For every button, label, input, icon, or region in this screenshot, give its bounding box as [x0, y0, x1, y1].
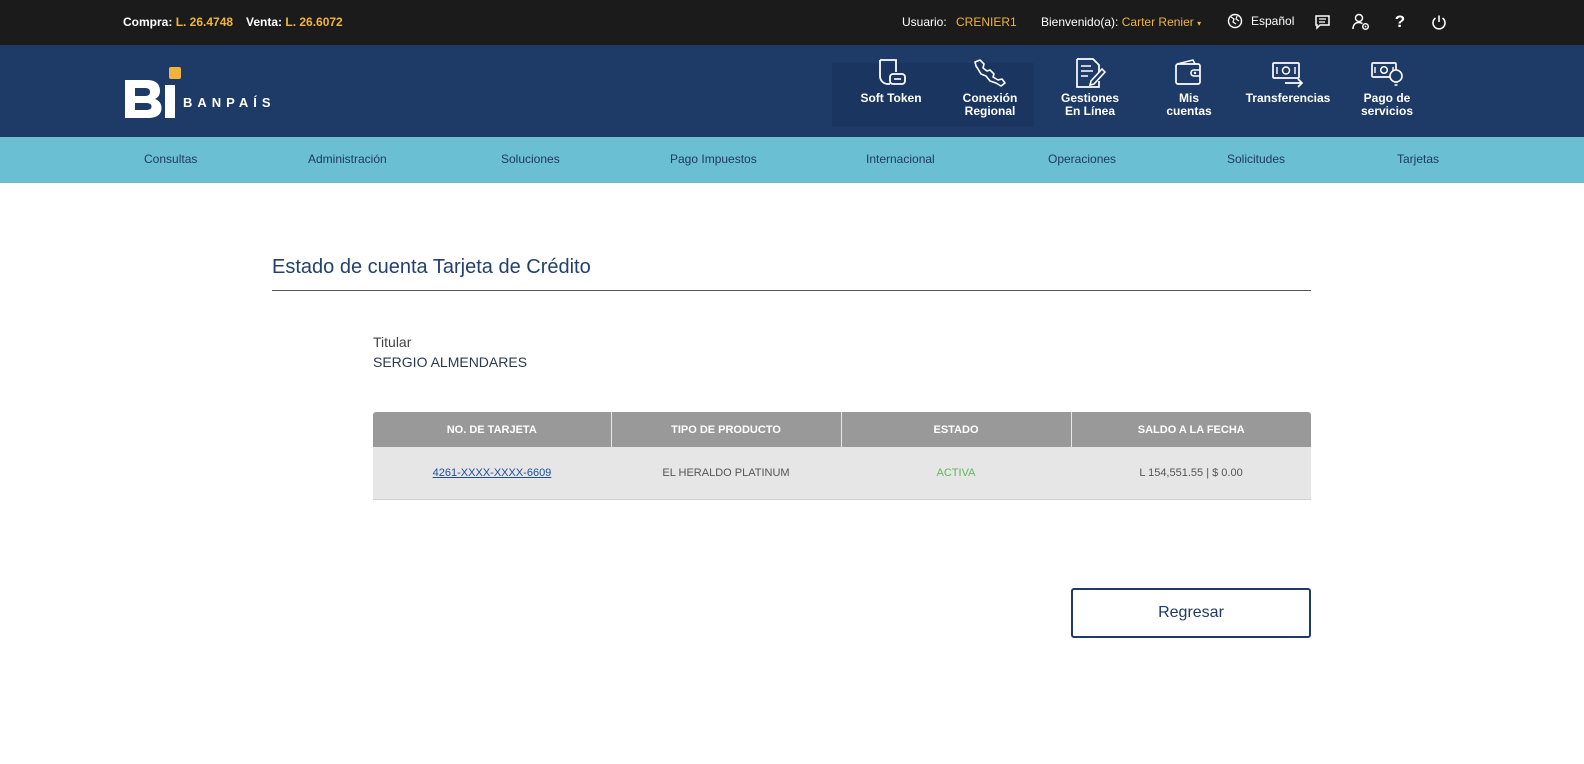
messages-icon[interactable]	[1312, 12, 1332, 32]
card-statement-table: NO. DE TARJETA TIPO DE PRODUCTO ESTADO S…	[373, 412, 1311, 500]
language-selector[interactable]: Español	[1227, 13, 1294, 29]
bienvenido-label: Bienvenido(a):	[1041, 15, 1119, 29]
venta-label: Venta:	[246, 15, 283, 29]
quick-access-mis-cuentas[interactable]: Mis cuentas	[1141, 57, 1237, 129]
quick-access-soft-token[interactable]: Soft Token	[843, 57, 939, 129]
transfer-icon	[1270, 57, 1306, 89]
nav-item-administracion[interactable]: Administración	[308, 152, 387, 166]
globe-icon	[1227, 13, 1243, 29]
holder-label: Titular	[373, 334, 412, 350]
quick-access-conexion-regional[interactable]: Conexión Regional	[942, 57, 1038, 129]
quick-access-transferencias[interactable]: Transferencias	[1240, 57, 1336, 129]
compra-label: Compra:	[123, 15, 173, 29]
map-icon	[972, 57, 1008, 89]
nav-item-consultas[interactable]: Consultas	[144, 152, 197, 166]
wallet-icon	[1171, 57, 1207, 89]
main-header: BANPAÍS Soft Token Conexión Regional Ges…	[0, 45, 1584, 137]
back-button[interactable]: Regresar	[1071, 588, 1311, 638]
nav-item-soluciones[interactable]: Soluciones	[501, 152, 560, 166]
usuario-label: Usuario:	[902, 15, 947, 29]
quick-access-label: Gestiones En Línea	[1060, 91, 1120, 118]
status-cell: ACTIVA	[841, 447, 1071, 500]
user-name: Carter Renier	[1121, 15, 1194, 29]
card-number-link[interactable]: 4261-XXXX-XXXX-6609	[433, 467, 552, 479]
nav-item-solicitudes[interactable]: Solicitudes	[1227, 152, 1285, 166]
product-type-cell: EL HERALDO PLATINUM	[611, 447, 841, 500]
column-header-card-number: NO. DE TARJETA	[373, 412, 612, 447]
quick-access-label: Pago de servicios	[1360, 91, 1414, 118]
column-header-balance: SALDO A LA FECHA	[1071, 412, 1311, 447]
usuario-value: CRENIER1	[956, 15, 1017, 29]
title-divider	[272, 290, 1311, 291]
card-number-cell: 4261-XXXX-XXXX-6609	[373, 447, 611, 500]
user-menu[interactable]: Bienvenido(a): Carter Renier ▾	[1041, 15, 1201, 29]
balance-cell: L 154,551.55 | $ 0.00	[1071, 447, 1311, 500]
exchange-rate-buy: Compra: L. 26.4748	[123, 15, 233, 29]
bill-payment-icon	[1369, 57, 1405, 89]
quick-access-label: Mis cuentas	[1166, 91, 1212, 118]
venta-value: L. 26.6072	[285, 15, 343, 29]
status-badge: ACTIVA	[936, 466, 976, 479]
power-icon[interactable]	[1429, 12, 1449, 32]
language-label: Español	[1251, 14, 1295, 28]
main-nav: Consultas Administración Soluciones Pago…	[0, 137, 1584, 183]
exchange-rate-sell: Venta: L. 26.6072	[246, 15, 343, 29]
table-header-row: NO. DE TARJETA TIPO DE PRODUCTO ESTADO S…	[373, 412, 1311, 447]
quick-access-label: Conexión Regional	[962, 91, 1018, 118]
nav-item-operaciones[interactable]: Operaciones	[1048, 152, 1116, 166]
table-row: 4261-XXXX-XXXX-6609 EL HERALDO PLATINUM …	[373, 447, 1311, 500]
brand-text: BANPAÍS	[183, 95, 276, 110]
compra-value: L. 26.4748	[175, 15, 234, 29]
user-settings-icon[interactable]	[1351, 12, 1371, 32]
quick-access-label: Transferencias	[1245, 91, 1331, 105]
quick-access-gestiones-en-linea[interactable]: Gestiones En Línea	[1042, 57, 1138, 129]
column-header-product-type: TIPO DE PRODUCTO	[611, 412, 842, 447]
nav-item-tarjetas[interactable]: Tarjetas	[1397, 152, 1439, 166]
chevron-down-icon: ▾	[1197, 19, 1202, 28]
holder-name: SERGIO ALMENDARES	[373, 354, 528, 370]
top-bar: Compra: L. 26.4748 Venta: L. 26.6072 Usu…	[0, 0, 1584, 45]
banpais-logo[interactable]: BANPAÍS	[123, 65, 273, 120]
quick-access-label: Soft Token	[860, 91, 922, 105]
column-header-status: ESTADO	[841, 412, 1072, 447]
quick-access-pago-de-servicios[interactable]: Pago de servicios	[1339, 57, 1435, 129]
page-title: Estado de cuenta Tarjeta de Crédito	[272, 256, 591, 278]
soft-token-icon	[873, 57, 909, 89]
nav-item-pago-impuestos[interactable]: Pago Impuestos	[670, 152, 757, 166]
help-icon[interactable]: ?	[1390, 12, 1410, 32]
bi-logo-mark	[125, 67, 181, 118]
nav-item-internacional[interactable]: Internacional	[866, 152, 935, 166]
document-edit-icon	[1072, 57, 1108, 89]
